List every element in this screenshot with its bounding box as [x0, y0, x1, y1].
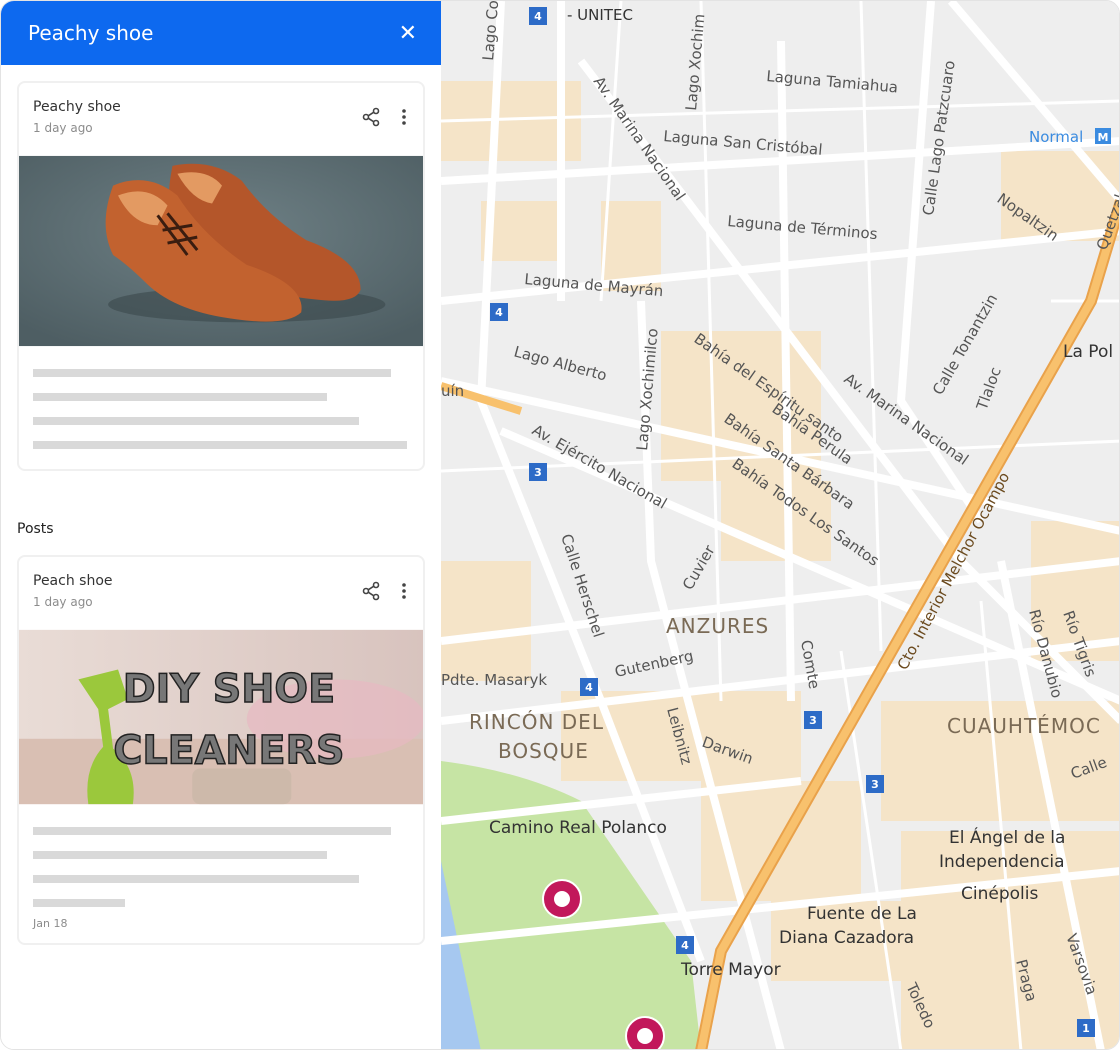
text-placeholder-line [33, 899, 125, 907]
map-label: Torre Mayor [680, 960, 781, 980]
panel-header: Peachy shoe ✕ [1, 1, 441, 65]
placeholder-text: Jan 18 [19, 805, 423, 930]
posts-heading: Posts [17, 521, 54, 537]
map-label[interactable]: Normal [1029, 128, 1083, 146]
museum-pin-icon[interactable] [542, 879, 582, 919]
route-badge: 3 [866, 775, 884, 793]
map-label: uín [441, 382, 464, 400]
map-label: Cinépolis [961, 884, 1038, 904]
text-placeholder-line [33, 393, 327, 401]
svg-text:1: 1 [1082, 1022, 1090, 1035]
text-placeholder-line [33, 369, 391, 377]
app-frame: Peachy shoe ✕ Peachy shoe 1 day ago Post… [0, 0, 1120, 1050]
route-badge: 3 [529, 463, 547, 481]
map-label: ANZURES [666, 614, 769, 638]
route-badge: 4 [580, 678, 598, 696]
more-options-icon[interactable] [401, 108, 407, 130]
route-badge: 3 [804, 711, 822, 729]
svg-text:4: 4 [495, 306, 503, 319]
museum-pin-icon[interactable] [625, 1016, 665, 1050]
text-placeholder-line [33, 875, 359, 883]
route-badge: 4 [676, 936, 694, 954]
panel-title: Peachy shoe [28, 21, 154, 45]
text-placeholder-line [33, 827, 391, 835]
post-card[interactable]: Peach shoe 1 day ago DIY SHOE CLEANERS J… [17, 555, 425, 945]
map-view[interactable]: - UNITEC Laguna Tamiahua Normal Av. Mari… [441, 1, 1119, 1050]
map-label: La Pol [1063, 342, 1113, 362]
post-image: DIY SHOE CLEANERS [19, 629, 423, 805]
route-badge: 1 [1077, 1019, 1095, 1037]
image-caption-line1: DIY SHOE [123, 666, 335, 712]
post-date: Jan 18 [33, 917, 68, 930]
map-label: El Ángel de la [949, 826, 1065, 848]
place-card[interactable]: Peachy shoe 1 day ago [17, 81, 425, 471]
more-options-icon[interactable] [401, 582, 407, 604]
map-label: Diana Cazadora [779, 928, 914, 948]
route-badge: 4 [529, 7, 547, 25]
svg-text:3: 3 [809, 714, 817, 727]
placeholder-text [19, 347, 423, 449]
text-placeholder-line [33, 851, 327, 859]
map-label: Independencia [939, 852, 1065, 872]
route-badge: 4 [490, 303, 508, 321]
map-label: RINCÓN DEL [469, 710, 604, 734]
map-label: Fuente de La [807, 904, 917, 924]
svg-text:M: M [1098, 131, 1109, 144]
svg-text:4: 4 [681, 939, 689, 952]
share-icon[interactable] [361, 107, 381, 131]
map-label: CUAUHTÉMOC [947, 714, 1101, 738]
map-label: - UNITEC [567, 6, 633, 24]
map-label: BOSQUE [498, 739, 589, 763]
svg-text:4: 4 [534, 10, 542, 23]
shoe-image [19, 155, 423, 347]
map-label: Pdte. Masaryk [441, 671, 547, 689]
svg-text:3: 3 [534, 466, 542, 479]
image-caption-line2: CLEANERS [113, 728, 344, 774]
text-placeholder-line [33, 417, 359, 425]
close-icon[interactable]: ✕ [399, 21, 417, 46]
share-icon[interactable] [361, 581, 381, 605]
svg-text:3: 3 [871, 778, 879, 791]
svg-text:4: 4 [585, 681, 593, 694]
side-panel: Peachy shoe ✕ Peachy shoe 1 day ago Post… [1, 1, 441, 1049]
text-placeholder-line [33, 441, 407, 449]
map-label: Camino Real Polanco [489, 818, 667, 838]
